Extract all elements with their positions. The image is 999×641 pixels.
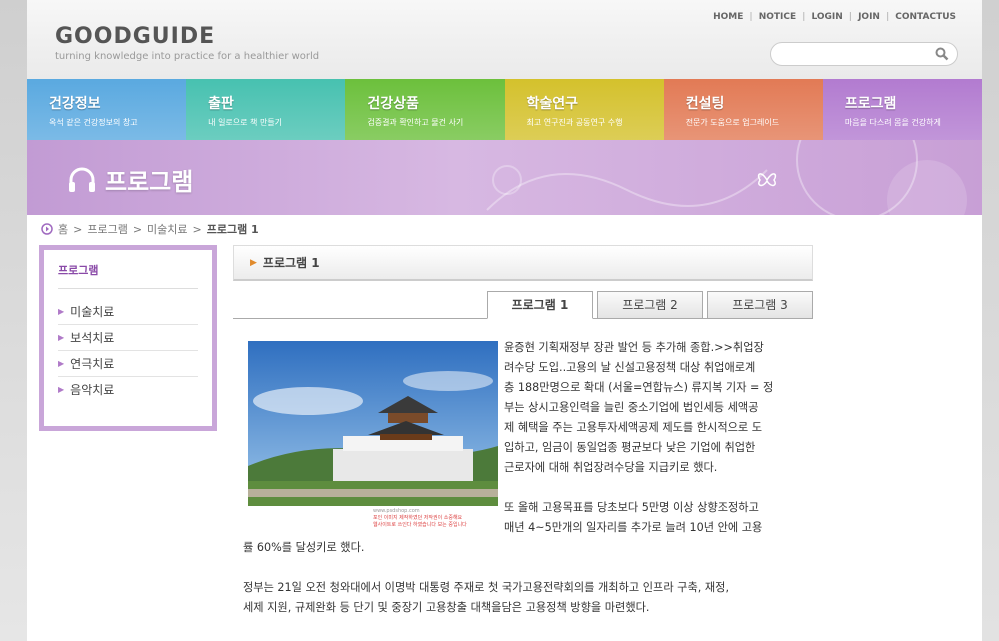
nav-item-program[interactable]: 프로그램 마음을 다스려 몸을 건강하게 <box>822 79 982 140</box>
nav-item-health-info[interactable]: 건강정보 옥석 같은 건강정보의 창고 <box>27 79 187 140</box>
sidebar-item-label: 미술치료 <box>70 304 115 319</box>
breadcrumb-current: 프로그램 1 <box>206 223 259 236</box>
nav-subtitle: 최고 연구진과 공동연구 수행 <box>526 118 623 127</box>
tab-program-2[interactable]: 프로그램 2 <box>597 291 703 319</box>
nav-title: 건강정보 <box>49 96 101 112</box>
text-line: 려수당 도입..고용의 날 신설고용정책 대상 취업애로계 <box>504 361 756 374</box>
sidebar: 프로그램 ▶ 미술치료 ▶ 보석치료 ▶ 연극치료 ▶ 음악치료 <box>39 245 217 431</box>
logo[interactable]: GOODGUIDE <box>55 24 215 49</box>
nav-title: 컨설팅 <box>685 96 725 112</box>
palace-photo <box>248 341 498 506</box>
caret-right-icon: ▶ <box>58 306 65 316</box>
text-line: 층 188만명으로 확대 (서울=연합뉴스) 류지복 기자 = 정 <box>504 381 774 394</box>
header: GOODGUIDE turning knowledge into practic… <box>27 0 982 79</box>
top-link-join[interactable]: JOIN <box>852 12 886 22</box>
text-line: 세제 지원, 규제완화 등 단기 및 중장기 고용창출 대책을담은 고용정책 방… <box>243 601 650 614</box>
paragraph-2a: 또 올해 고용목표를 당초보다 5만명 이상 상향조정하고 매년 4~5만개의 … <box>504 498 762 538</box>
top-link-login[interactable]: LOGIN <box>805 12 848 22</box>
text-line: 제 혜택을 주는 고용투자세액공제 제도를 한시적으로 도 <box>504 421 763 434</box>
nav-item-publishing[interactable]: 출판 내 일로으로 책 만들기 <box>186 79 346 140</box>
paragraph-2b: 률 60%를 달성키로 했다. <box>243 538 364 558</box>
breadcrumb-home[interactable]: 홈 <box>58 221 68 237</box>
nav-subtitle: 검증결과 확인하고 물건 사기 <box>367 118 464 127</box>
paragraph-3: 정부는 21일 오전 청와대에서 이명박 대통령 주재로 첫 국가고용전략회의를… <box>243 578 729 618</box>
content-heading-bar: ▶ 프로그램 1 <box>233 245 813 281</box>
background-left <box>0 0 27 641</box>
nav-title: 출판 <box>208 96 234 112</box>
tab-program-3[interactable]: 프로그램 3 <box>707 291 813 319</box>
nav-item-health-products[interactable]: 건강상품 검증결과 확인하고 물건 사기 <box>345 79 505 140</box>
sidebar-item-gem-therapy[interactable]: ▶ 보석치료 <box>58 325 198 351</box>
breadcrumb-program[interactable]: 프로그램 <box>87 221 127 237</box>
tagline: turning knowledge into practice for a he… <box>55 51 320 62</box>
top-nav: HOME | NOTICE | LOGIN | JOIN | CONTACTUS <box>707 12 962 22</box>
text-line: 매년 4~5만개의 일자리를 추가로 늘려 10년 안에 고용 <box>504 521 763 534</box>
text-line: 정부는 21일 오전 청와대에서 이명박 대통령 주재로 첫 국가고용전략회의를… <box>243 581 730 594</box>
sidebar-item-label: 음악치료 <box>70 383 115 397</box>
caret-right-icon: ▶ <box>58 358 65 368</box>
tab-program-1[interactable]: 프로그램 1 <box>487 291 593 319</box>
nav-title: 프로그램 <box>844 96 897 112</box>
nav-subtitle: 마음을 다스려 몸을 건강하게 <box>844 118 941 127</box>
photo-caption-line: 포인 이미지 제작하였던 저작권이 소중해요 <box>373 515 463 521</box>
nav-subtitle: 내 일로으로 책 만들기 <box>208 118 283 127</box>
search-icon[interactable] <box>935 47 949 61</box>
breadcrumb-art-therapy[interactable]: 미술치료 <box>147 221 187 237</box>
nav-title: 건강상품 <box>367 96 419 112</box>
sidebar-heading: 프로그램 <box>58 262 198 289</box>
swirl-decoration <box>486 140 967 215</box>
tab-bar: 프로그램 1 프로그램 2 프로그램 3 <box>233 291 813 319</box>
text-line: 부는 상시고용인력을 늘린 중소기업에 법인세등 세액공 <box>504 401 759 414</box>
background-right <box>982 0 999 641</box>
caret-right-icon: ▶ <box>250 257 257 268</box>
sidebar-item-label: 보석치료 <box>70 330 115 345</box>
nav-title: 학술연구 <box>526 96 579 112</box>
section-banner: 프로그램 <box>27 140 982 215</box>
banner-title-wrap: 프로그램 <box>67 162 193 197</box>
top-link-home[interactable]: HOME <box>707 12 749 22</box>
location-icon <box>41 223 53 235</box>
main-nav: 건강정보 옥석 같은 건강정보의 창고 출판 내 일로으로 책 만들기 건강상품… <box>27 79 982 140</box>
chevron-right-icon: > <box>132 222 143 236</box>
sidebar-item-label: 연극치료 <box>70 356 115 371</box>
breadcrumb: 홈 > 프로그램 > 미술치료 > 프로그램 1 <box>41 221 259 237</box>
nav-subtitle: 옥석 같은 건강정보의 창고 <box>49 118 138 127</box>
headphones-icon <box>69 167 95 192</box>
top-link-contactus[interactable]: CONTACTUS <box>889 12 962 22</box>
paragraph-1: 윤증현 기획재정부 장관 발언 등 추가해 종합.>>취업장 려수당 도입..고… <box>504 338 773 478</box>
text-line: 률 60%를 달성키로 했다. <box>243 541 365 554</box>
caret-right-icon: ▶ <box>58 385 65 394</box>
text-line: 또 올해 고용목표를 당초보다 5만명 이상 상향조정하고 <box>504 501 759 514</box>
top-link-notice[interactable]: NOTICE <box>753 12 802 22</box>
butterfly-icon <box>757 173 777 187</box>
chevron-right-icon: > <box>192 222 202 236</box>
photo-caption-line: 웹사이트로 쓰인다 하였습니다 보는 중입니다 <box>373 522 467 528</box>
photo-caption-line: www.psdshop.com <box>373 508 420 514</box>
nav-subtitle: 전문가 도움으로 업그레이드 <box>685 118 780 127</box>
chevron-right-icon: > <box>73 222 83 236</box>
search-input[interactable] <box>781 43 941 66</box>
search-box <box>770 42 958 66</box>
nav-item-consulting[interactable]: 컨설팅 전문가 도움으로 업그레이드 <box>663 79 823 140</box>
photo-caption: www.psdshop.com 포인 이미지 제작하였던 저작권이 소중해요 웹… <box>373 508 498 529</box>
text-line: 근로자에 대해 취업장려수당을 지급키로 했다. <box>504 461 718 474</box>
content-heading: 프로그램 1 <box>262 256 320 270</box>
sidebar-item-music-therapy[interactable]: ▶ 음악치료 <box>58 377 198 403</box>
banner-title: 프로그램 <box>105 168 194 196</box>
sidebar-item-drama-therapy[interactable]: ▶ 연극치료 <box>58 351 198 377</box>
caret-right-icon: ▶ <box>58 332 65 342</box>
text-line: 입하고, 임금이 동일업종 평균보다 낮은 기업에 취업한 <box>504 441 756 454</box>
text-line: 윤증현 기획재정부 장관 발언 등 추가해 종합.>>취업장 <box>504 341 764 354</box>
page: GOODGUIDE turning knowledge into practic… <box>27 0 982 641</box>
sidebar-item-art-therapy[interactable]: ▶ 미술치료 <box>58 299 198 325</box>
nav-item-research[interactable]: 학술연구 최고 연구진과 공동연구 수행 <box>504 79 664 140</box>
